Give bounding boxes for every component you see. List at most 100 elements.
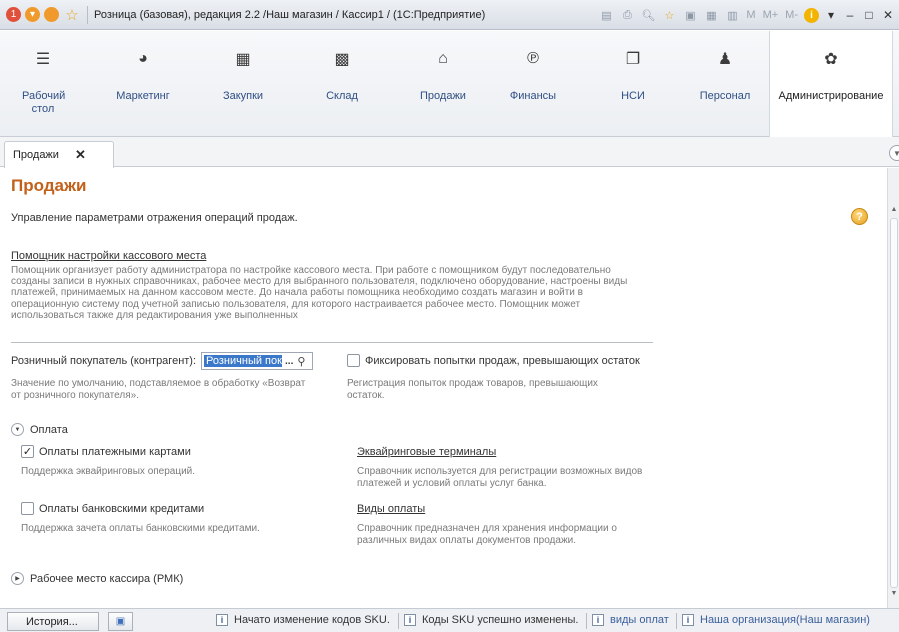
- info-icon: i: [682, 614, 694, 626]
- section-label: Склад: [326, 90, 358, 102]
- checkbox-box-checked[interactable]: ✓: [21, 445, 34, 458]
- cashier-workplace-group-header[interactable]: ▶ Рабочее место кассира (РМК): [11, 572, 183, 585]
- save-icon[interactable]: ▤: [598, 7, 614, 23]
- select-button[interactable]: ...: [285, 356, 293, 367]
- bank-credit-label: Оплаты банковскими кредитами: [39, 502, 205, 515]
- scroll-thumb[interactable]: [890, 218, 898, 588]
- cashier-group-label: Рабочее место кассира (РМК): [30, 572, 184, 585]
- status-separator: [676, 613, 677, 629]
- payment-group-label: Оплата: [30, 423, 68, 436]
- notification-item[interactable]: i Начато изменение кодов SKU.: [216, 614, 390, 626]
- app-logo-icon[interactable]: 1: [6, 7, 21, 22]
- info-icon: i: [404, 614, 416, 626]
- retail-customer-hint: Значение по умолчанию, подставляемое в о…: [11, 378, 306, 401]
- add-favorite-icon[interactable]: ☆: [661, 7, 677, 23]
- calculator-icon[interactable]: ▦: [703, 7, 719, 23]
- section-desktop[interactable]: ☰ Рабочий стол: [0, 31, 86, 137]
- checkbox-box[interactable]: [21, 502, 34, 515]
- help-icon[interactable]: ?: [851, 208, 868, 225]
- tab-sales[interactable]: Продажи ✕: [4, 141, 114, 168]
- link-icon[interactable]: ▣: [682, 7, 698, 23]
- print-icon[interactable]: ⎙: [619, 7, 635, 23]
- memory-m-button[interactable]: M: [745, 7, 756, 23]
- open-tabs-bar: Продажи ✕ ▼: [0, 137, 899, 168]
- section-label: Персонал: [699, 90, 751, 102]
- section-sales[interactable]: ⌂ Продажи: [400, 31, 486, 137]
- section-label: Маркетинг: [116, 90, 170, 102]
- retail-customer-value[interactable]: Розничный пок: [204, 355, 283, 367]
- payment-group-header[interactable]: ▼ Оплата: [11, 423, 68, 436]
- status-bar: История... ▣ i Начато изменение кодов SK…: [0, 608, 899, 632]
- window-title: Розница (базовая), редакция 2.2 /Наш маг…: [94, 8, 486, 21]
- section-label: Продажи: [420, 90, 466, 102]
- marketing-icon: ◕: [138, 50, 148, 67]
- personnel-icon: ♟: [717, 51, 733, 68]
- calendar-icon[interactable]: ▥: [724, 7, 740, 23]
- notification-item[interactable]: i Наша организация(Наш магазин): [682, 614, 870, 626]
- collapse-icon[interactable]: ▼: [11, 423, 24, 436]
- notification-text: Наша организация(Наш магазин): [700, 614, 870, 626]
- vertical-scrollbar[interactable]: ▲ ▼: [887, 168, 899, 608]
- info-icon: i: [592, 614, 604, 626]
- info-dropdown-icon[interactable]: ▾: [824, 8, 838, 22]
- card-payments-checkbox[interactable]: ✓ Оплаты платежными картами: [21, 445, 191, 458]
- tab-label: Продажи: [13, 149, 59, 161]
- close-icon[interactable]: ✕: [75, 147, 86, 163]
- section-warehouse[interactable]: ▩ Склад: [300, 31, 384, 137]
- expand-icon[interactable]: ▶: [11, 572, 24, 585]
- close-icon[interactable]: ✕: [881, 8, 895, 22]
- network-icon[interactable]: ▣: [108, 612, 133, 631]
- section-personnel[interactable]: ♟ Персонал: [682, 31, 768, 137]
- fix-attempts-checkbox[interactable]: Фиксировать попытки продаж, превышающих …: [347, 354, 640, 367]
- sections-panel: ☰ Рабочий стол ◕ Маркетинг ▦ Закупки ▩ С…: [0, 31, 899, 138]
- retail-customer-field[interactable]: Розничный пок ... ⚲: [201, 352, 314, 370]
- preview-icon[interactable]: 🔍︎: [640, 7, 656, 23]
- card-payments-hint: Поддержка эквайринговых операций.: [21, 466, 196, 477]
- notification-text: Начато изменение кодов SKU.: [234, 614, 390, 626]
- payment-types-link[interactable]: Виды оплаты: [357, 503, 425, 515]
- orange-circle-icon[interactable]: [44, 7, 59, 22]
- acquiring-terminals-link[interactable]: Эквайринговые терминалы: [357, 446, 496, 458]
- title-separator: [87, 5, 88, 24]
- warehouse-icon: ▩: [334, 51, 350, 68]
- maximize-icon[interactable]: □: [862, 8, 876, 22]
- memory-plus-button[interactable]: M+: [762, 7, 780, 23]
- search-icon[interactable]: ⚲: [297, 355, 305, 368]
- status-separator: [586, 613, 587, 629]
- section-finance[interactable]: ℗ Финансы: [490, 31, 576, 137]
- scroll-down-icon[interactable]: ▼: [888, 588, 899, 600]
- assistant-description: Помощник организует работу администратор…: [11, 265, 628, 321]
- window-title-bar: 1 ▾ ☆ Розница (базовая), редакция 2.2 /Н…: [0, 0, 899, 30]
- section-marketing[interactable]: ◕ Маркетинг: [100, 31, 186, 137]
- page-title: Продажи: [11, 176, 87, 195]
- bank-credit-checkbox[interactable]: Оплаты банковскими кредитами: [21, 502, 204, 515]
- info-icon[interactable]: i: [804, 7, 819, 23]
- reference-icon: ❐: [625, 51, 641, 68]
- gear-icon: ✿: [824, 51, 838, 68]
- cashier-setup-assistant-link[interactable]: Помощник настройки кассового места: [11, 250, 206, 262]
- acquiring-hint: Справочник используется для регистрации …: [357, 466, 643, 489]
- sales-icon: ⌂: [438, 50, 448, 67]
- status-separator: [398, 613, 399, 629]
- notification-text: виды оплат: [610, 614, 669, 626]
- section-reference[interactable]: ❐ НСИ: [590, 31, 676, 137]
- card-payments-label: Оплаты платежными картами: [39, 445, 191, 458]
- scroll-up-icon[interactable]: ▲: [888, 204, 899, 216]
- notification-item[interactable]: i виды оплат: [592, 614, 669, 626]
- section-purchases[interactable]: ▦ Закупки: [200, 31, 286, 137]
- memory-minus-button[interactable]: M-: [784, 7, 799, 23]
- history-button[interactable]: История...: [7, 612, 99, 631]
- minimize-icon[interactable]: –: [843, 8, 857, 22]
- desktop-icon: ☰: [35, 51, 51, 68]
- divider: [11, 342, 653, 343]
- form-content: Продажи Управление параметрами отражения…: [0, 168, 887, 608]
- fix-attempts-label: Фиксировать попытки продаж, превышающих …: [365, 354, 640, 367]
- main-menu-icon[interactable]: ▾: [25, 7, 40, 22]
- section-label: Закупки: [222, 90, 264, 102]
- title-toolbar: ▤ ⎙ 🔍︎ ☆ ▣ ▦ ▥ M M+ M- i ▾ – □ ✕: [598, 0, 899, 30]
- notification-item[interactable]: i Коды SKU успешно изменены.: [404, 614, 578, 626]
- section-administration[interactable]: ✿ Администрирование: [769, 31, 893, 138]
- favorites-star-icon[interactable]: ☆: [63, 7, 81, 24]
- tabs-list-chevron-down-icon[interactable]: ▼: [889, 145, 899, 161]
- checkbox-box[interactable]: [347, 354, 360, 367]
